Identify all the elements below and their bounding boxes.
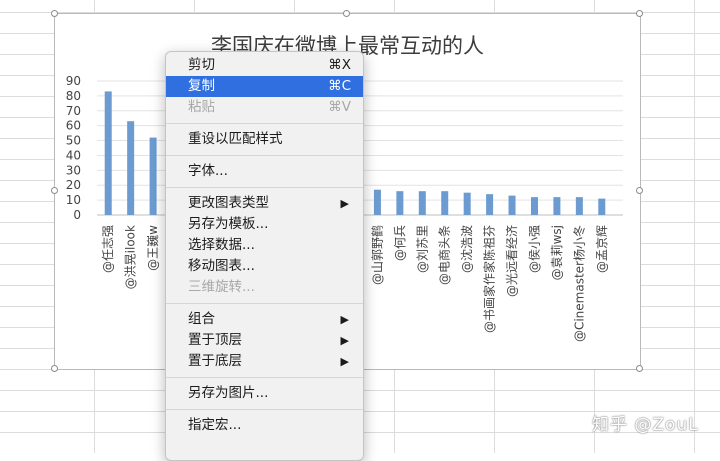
- menu-item-label: 置于底层: [188, 353, 242, 369]
- bar: [373, 189, 381, 215]
- bar: [598, 198, 606, 215]
- menu-item[interactable]: 另存为图片...: [166, 383, 363, 404]
- resize-handle-bottom-right[interactable]: [636, 365, 643, 372]
- bar: [104, 91, 112, 215]
- bar: [486, 194, 494, 215]
- bar: [149, 137, 157, 215]
- menu-item[interactable]: 字体...: [166, 161, 363, 182]
- menu-item: 粘贴 ⌘V: [166, 97, 363, 118]
- menu-item-label: 另存为图片...: [188, 385, 269, 401]
- y-tick-label: 50: [66, 134, 81, 148]
- context-menu: 剪切 ⌘X 复制 ⌘C 粘贴 ⌘V 重设以匹配样式 字体... 更改图表类型 ▶ 另存为模板... 选…: [165, 51, 364, 461]
- y-tick-label: 60: [66, 119, 81, 133]
- submenu-arrow-icon: ▶: [340, 334, 349, 347]
- y-tick-label: 80: [66, 89, 81, 103]
- menu-item[interactable]: 复制 ⌘C: [166, 76, 363, 97]
- x-tick-label: @沈浩波: [459, 225, 474, 273]
- x-tick-label: @光远看经济: [504, 225, 519, 297]
- bar: [418, 191, 426, 215]
- bar: [575, 197, 583, 215]
- bar: [463, 192, 471, 215]
- menu-item[interactable]: 更改图表类型 ▶: [166, 193, 363, 214]
- menu-item[interactable]: 另存为模板...: [166, 214, 363, 235]
- menu-item[interactable]: 置于底层 ▶: [166, 351, 363, 372]
- menu-item-label: 字体...: [188, 163, 228, 179]
- resize-handle-top-right[interactable]: [636, 10, 643, 17]
- y-tick-label: 90: [66, 74, 81, 88]
- bar: [441, 191, 449, 215]
- menu-item-label: 复制: [188, 78, 215, 94]
- menu-item-label: 剪切: [188, 57, 215, 73]
- menu-separator: [166, 155, 363, 156]
- x-tick-label: @书画家作家陈祖芬: [482, 225, 497, 333]
- menu-item-label: 粘贴: [188, 99, 215, 115]
- y-tick-label: 70: [66, 104, 81, 118]
- bar: [396, 191, 404, 215]
- y-tick-label: 20: [66, 178, 81, 192]
- menu-item-shortcut: ⌘C: [328, 78, 351, 94]
- resize-handle-top-left[interactable]: [51, 10, 58, 17]
- menu-item[interactable]: 置于顶层 ▶: [166, 330, 363, 351]
- x-tick-label: @任志强: [101, 225, 115, 273]
- bar: [530, 197, 538, 215]
- menu-separator: [166, 187, 363, 188]
- resize-handle-left[interactable]: [51, 187, 58, 194]
- menu-item-label: 重设以匹配样式: [188, 131, 283, 147]
- menu-item[interactable]: 选择数据...: [166, 235, 363, 256]
- x-tick-label: @山郭野鹤: [369, 225, 384, 285]
- y-tick-label: 30: [66, 163, 81, 177]
- column-divider: [694, 0, 695, 453]
- menu-item[interactable]: 指定宏...: [166, 415, 363, 436]
- menu-item-label: 组合: [188, 311, 215, 327]
- menu-item[interactable]: 剪切 ⌘X: [166, 55, 363, 76]
- x-tick-label: @何兵: [393, 225, 407, 261]
- menu-separator: [166, 123, 363, 124]
- y-tick-label: 40: [66, 148, 81, 162]
- y-tick-label: 0: [73, 208, 81, 222]
- menu-item[interactable]: 组合 ▶: [166, 309, 363, 330]
- menu-item-label: 选择数据...: [188, 237, 255, 253]
- menu-item[interactable]: 重设以匹配样式: [166, 129, 363, 150]
- menu-separator: [166, 377, 363, 378]
- resize-handle-right[interactable]: [636, 187, 643, 194]
- x-tick-label: @刘苏里: [415, 225, 429, 273]
- submenu-arrow-icon: ▶: [340, 355, 349, 368]
- menu-item-label: 置于顶层: [188, 332, 242, 348]
- menu-separator: [166, 409, 363, 410]
- menu-item-shortcut: ⌘V: [328, 99, 351, 115]
- menu-separator: [166, 303, 363, 304]
- menu-item-label: 指定宏...: [188, 417, 242, 433]
- menu-item-label: 另存为模板...: [188, 216, 269, 232]
- bar: [127, 121, 135, 215]
- x-tick-label: @Cinemaster杨小冬: [571, 225, 586, 342]
- x-tick-label: @侯小强: [527, 225, 541, 273]
- submenu-arrow-icon: ▶: [340, 197, 349, 210]
- y-tick-label: 10: [66, 193, 81, 207]
- x-tick-label: @袁莉wsj: [550, 225, 564, 280]
- bar: [508, 195, 516, 215]
- menu-item-label: 更改图表类型: [188, 195, 269, 211]
- watermark: 知乎 @ZouL: [592, 415, 699, 435]
- x-tick-label: @王巍w: [146, 225, 160, 271]
- menu-item-label: 三维旋转...: [188, 279, 255, 295]
- menu-item-shortcut: ⌘X: [328, 57, 351, 73]
- menu-item[interactable]: 移动图表...: [166, 256, 363, 277]
- menu-item: 三维旋转...: [166, 277, 363, 298]
- resize-handle-top[interactable]: [343, 10, 350, 17]
- submenu-arrow-icon: ▶: [340, 313, 349, 326]
- bar: [553, 197, 561, 215]
- resize-handle-bottom-left[interactable]: [51, 365, 58, 372]
- menu-item-label: 移动图表...: [188, 258, 255, 274]
- x-tick-label: @电商头条: [437, 225, 452, 285]
- x-tick-label: @洪晃ilook: [124, 225, 138, 289]
- x-tick-label: @孟京辉: [595, 225, 609, 273]
